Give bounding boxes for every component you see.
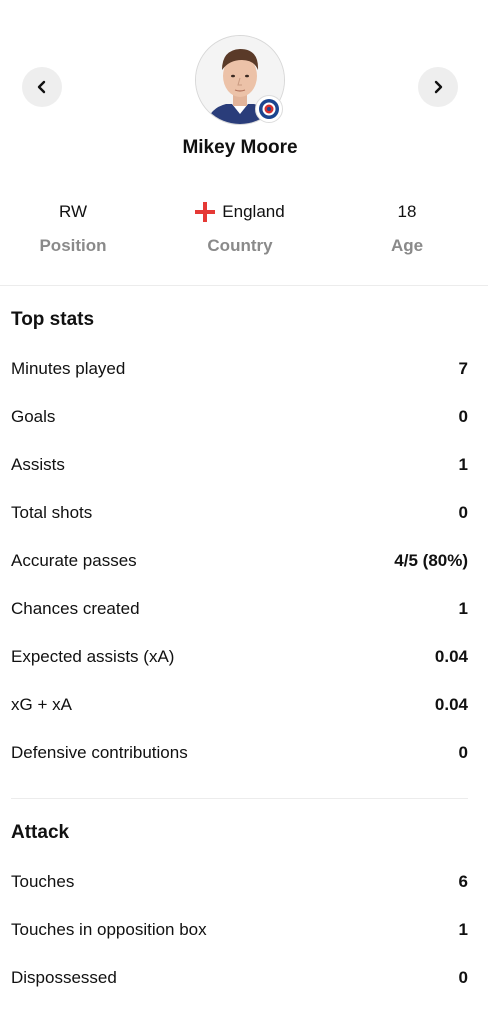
stat-value: 0 — [458, 407, 468, 426]
age-label: Age — [390, 236, 424, 255]
stat-label: Minutes played — [11, 359, 126, 378]
country-label: Country — [207, 236, 273, 255]
country-value: England — [222, 202, 285, 221]
stat-label: Chances created — [11, 599, 140, 618]
stat-label: Expected assists (xA) — [11, 647, 175, 666]
age-info: 18 Age — [327, 200, 487, 256]
stat-label: Goals — [11, 407, 56, 426]
stat-value: 1 — [458, 920, 468, 939]
stat-row: Chances created 1 — [11, 597, 468, 621]
stat-value: 0.04 — [434, 695, 468, 714]
stat-label: Dispossessed — [11, 968, 117, 987]
stat-row: Accurate passes 4/5 (80%) — [11, 549, 468, 573]
stat-row: Minutes played 7 — [11, 357, 468, 381]
country-info: England Country — [160, 200, 320, 256]
stat-value: 0.04 — [434, 647, 468, 666]
stat-value: 7 — [458, 359, 468, 378]
stat-value: 0 — [458, 503, 468, 522]
age-value: 18 — [397, 202, 417, 221]
stat-label: xG + xA — [11, 695, 72, 714]
stat-label: Touches — [11, 872, 75, 891]
stat-row: Touches 6 — [11, 870, 468, 894]
stat-row: Goals 0 — [11, 405, 468, 429]
stat-value: 6 — [458, 872, 468, 891]
stat-label: Defensive contributions — [11, 743, 188, 762]
stat-label: Total shots — [11, 503, 93, 522]
stat-row: Dispossessed 0 — [11, 966, 468, 990]
england-flag-icon — [195, 202, 216, 222]
section-divider — [11, 798, 468, 799]
club-crest-icon — [259, 99, 279, 119]
attack-title: Attack — [11, 822, 70, 843]
stat-value: 4/5 (80%) — [394, 551, 468, 570]
position-info: RW Position — [0, 200, 153, 256]
stat-value: 1 — [458, 599, 468, 618]
club-badge[interactable] — [255, 95, 283, 123]
stat-value: 1 — [458, 455, 468, 474]
stat-value: 0 — [458, 743, 468, 762]
stat-row: xG + xA 0.04 — [11, 693, 468, 717]
chevron-left-icon — [37, 80, 46, 94]
section-divider — [0, 285, 488, 286]
player-name: Mikey Moore — [182, 137, 298, 158]
position-label: Position — [39, 236, 107, 255]
stat-row: Touches in opposition box 1 — [11, 918, 468, 942]
stat-value: 0 — [458, 968, 468, 987]
top-stats-title: Top stats — [11, 309, 95, 330]
next-player-button[interactable] — [418, 67, 458, 107]
previous-player-button[interactable] — [22, 67, 62, 107]
stat-row: Expected assists (xA) 0.04 — [11, 645, 468, 669]
stat-row: Total shots 0 — [11, 501, 468, 525]
chevron-right-icon — [434, 80, 443, 94]
player-avatar-container[interactable] — [195, 35, 285, 125]
stat-row: Assists 1 — [11, 453, 468, 477]
stat-label: Accurate passes — [11, 551, 137, 570]
stat-label: Assists — [11, 455, 65, 474]
stat-label: Touches in opposition box — [11, 920, 207, 939]
stat-row: Defensive contributions 0 — [11, 741, 468, 765]
position-value: RW — [58, 202, 87, 221]
country-value-wrap: England — [160, 200, 320, 224]
player-info-row: RW Position England Country 18 Age — [0, 200, 480, 272]
